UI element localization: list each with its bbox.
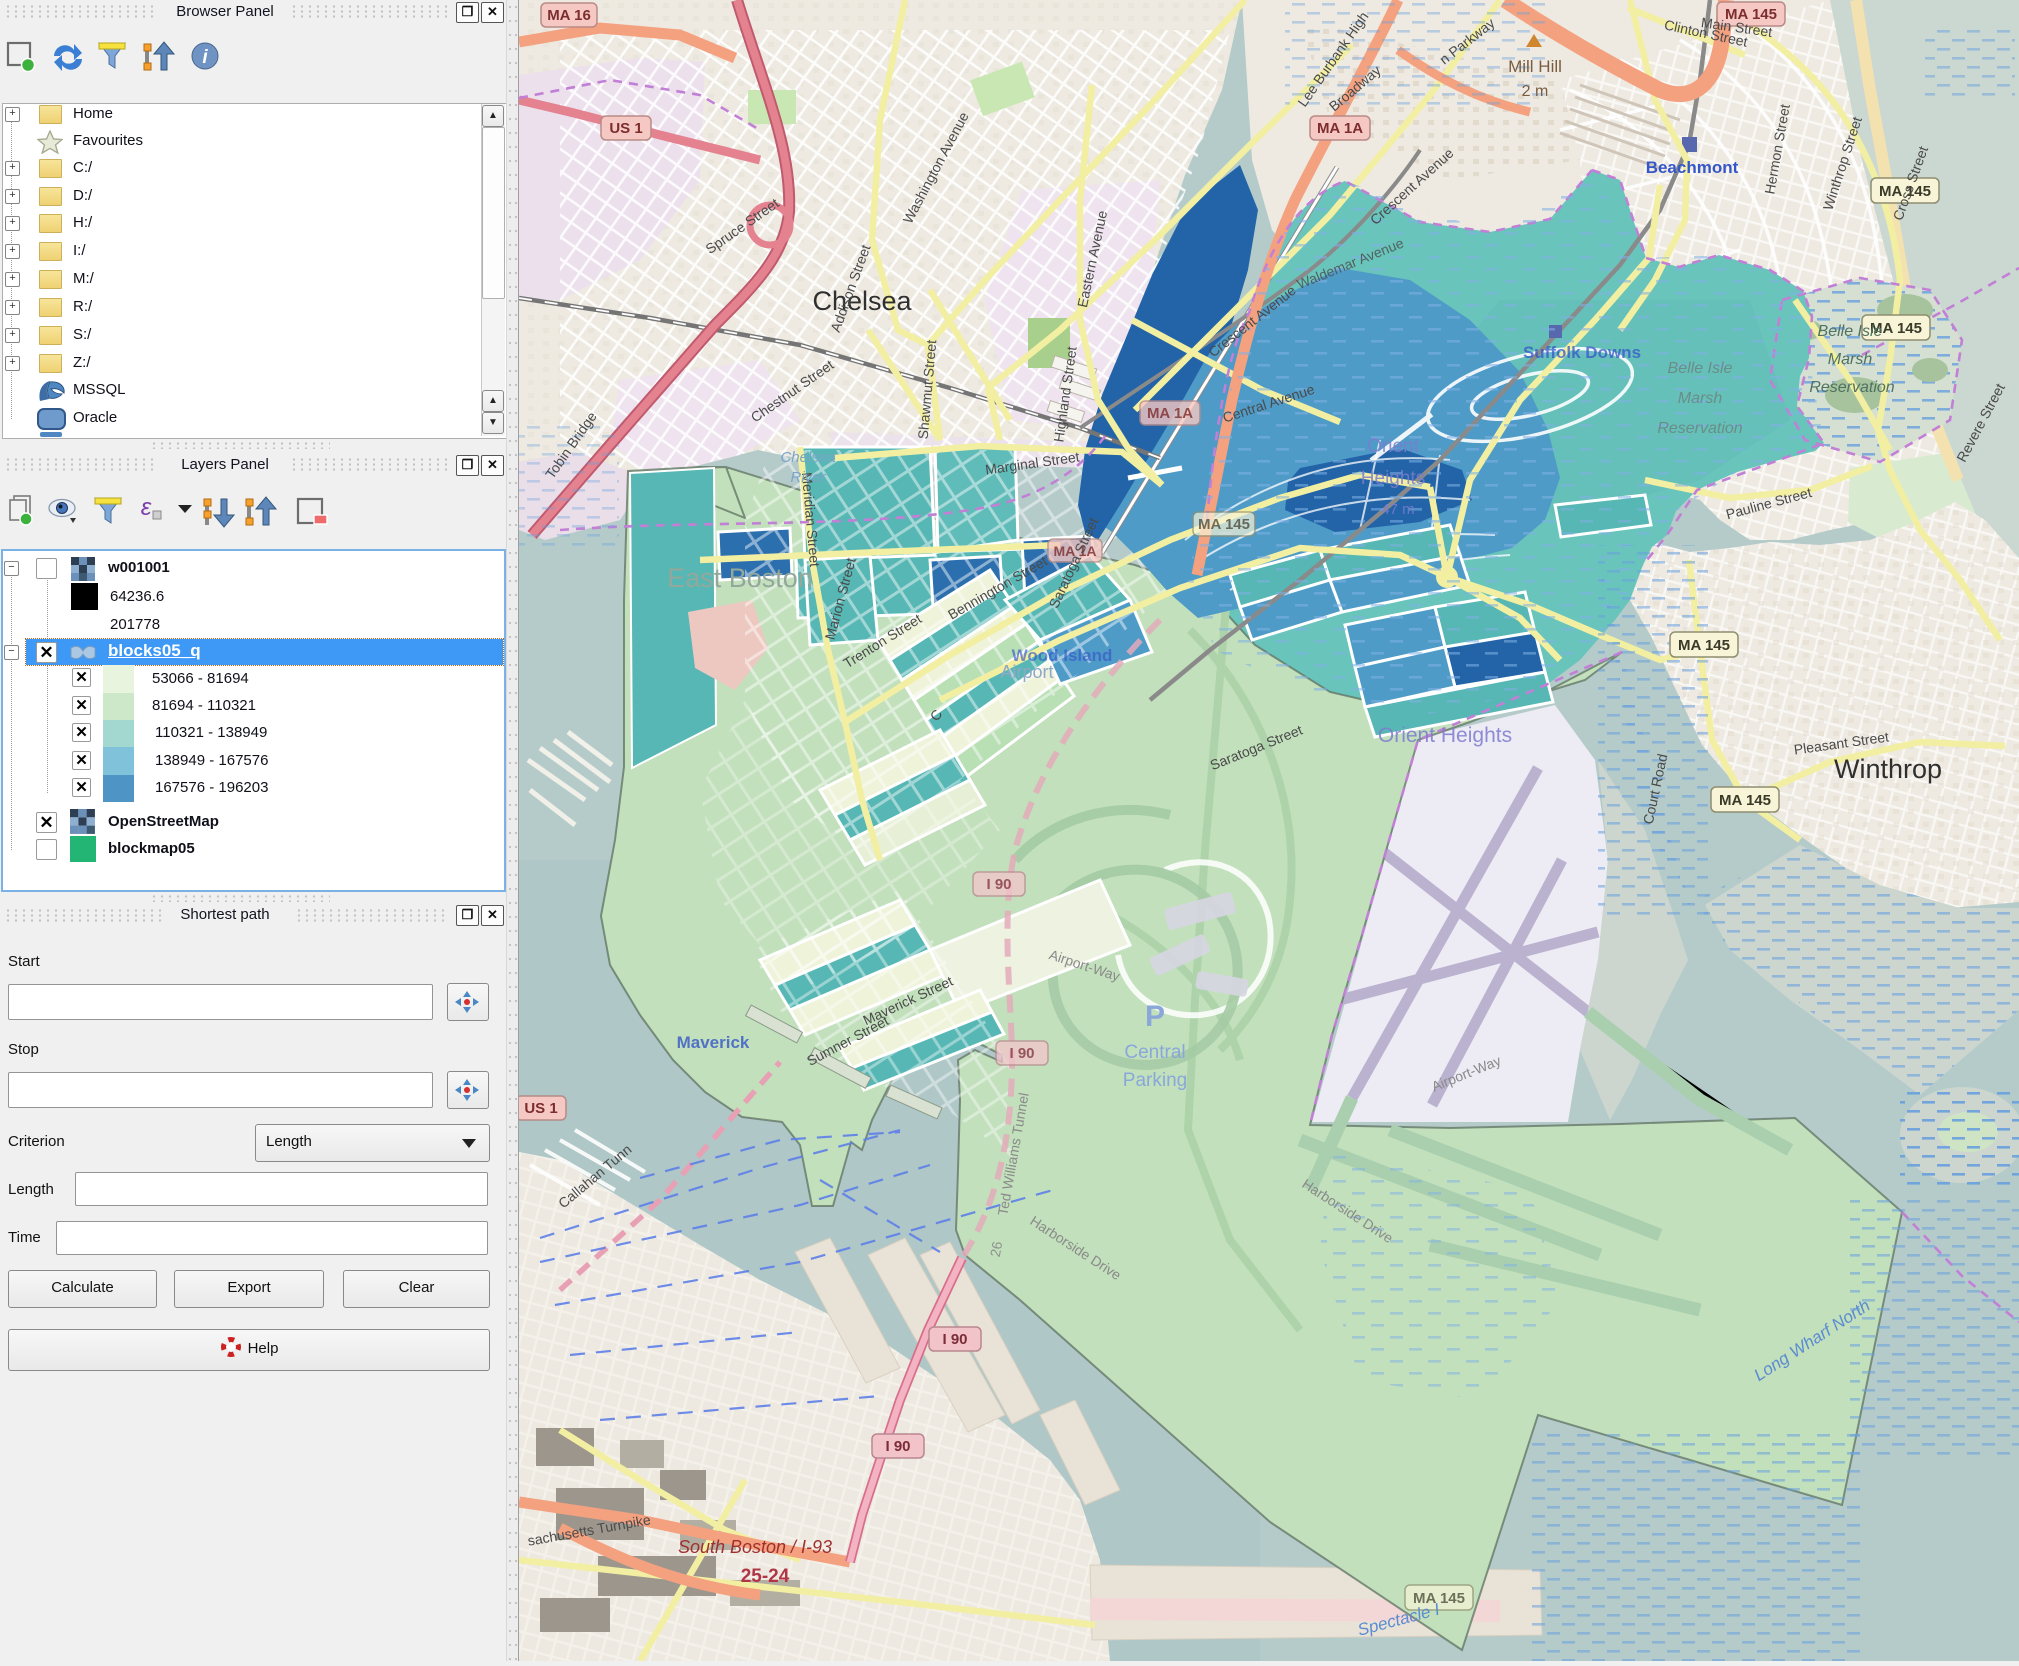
svg-text:Reservation: Reservation: [1657, 420, 1742, 437]
svg-text:Mill Hill: Mill Hill: [1508, 57, 1562, 76]
svg-text:Orient Heights: Orient Heights: [1378, 724, 1512, 747]
svg-text:I 90: I 90: [885, 1438, 910, 1455]
svg-text:I 90: I 90: [986, 876, 1011, 893]
svg-text:River: River: [790, 469, 826, 486]
svg-text:P: P: [1145, 1000, 1165, 1033]
svg-text:Beachmont: Beachmont: [1646, 158, 1739, 177]
svg-text:Marsh: Marsh: [1828, 351, 1873, 368]
svg-text:Orient: Orient: [1367, 436, 1419, 457]
svg-text:MA 1A: MA 1A: [1147, 405, 1193, 422]
svg-text:2 m: 2 m: [1522, 83, 1549, 100]
svg-text:I 90: I 90: [942, 1331, 967, 1348]
svg-text:Central: Central: [1124, 1042, 1185, 1063]
svg-text:Marsh: Marsh: [1678, 390, 1723, 407]
svg-text:MA 145: MA 145: [1678, 637, 1730, 654]
svg-text:Chelsea: Chelsea: [780, 449, 835, 466]
svg-text:26: 26: [987, 1240, 1005, 1258]
svg-text:MA 145: MA 145: [1198, 516, 1250, 533]
svg-text:Heights: Heights: [1361, 468, 1425, 489]
svg-text:Winthrop: Winthrop: [1834, 754, 1942, 784]
svg-text:Belle Isle: Belle Isle: [1668, 360, 1733, 377]
svg-text:ε: ε: [141, 494, 152, 521]
svg-text:US 1: US 1: [609, 120, 642, 137]
svg-text:MA 145: MA 145: [1719, 792, 1771, 809]
svg-text:Airport: Airport: [1000, 662, 1053, 682]
svg-text:Maverick: Maverick: [677, 1033, 750, 1052]
svg-text:Belle Isle: Belle Isle: [1818, 323, 1883, 340]
svg-text:i: i: [202, 47, 208, 68]
svg-text:I 90: I 90: [1009, 1045, 1034, 1062]
svg-text:East Boston: East Boston: [667, 563, 813, 593]
svg-text:US 1: US 1: [524, 1100, 557, 1117]
svg-text:Parking: Parking: [1123, 1070, 1187, 1091]
svg-text:MA 16: MA 16: [547, 7, 591, 24]
svg-text:MA 1A: MA 1A: [1317, 120, 1363, 137]
svg-text:South Boston / I-93: South Boston / I-93: [678, 1537, 832, 1557]
svg-text:Chelsea: Chelsea: [812, 286, 912, 316]
svg-text:Suffolk Downs: Suffolk Downs: [1523, 343, 1641, 362]
svg-text:Reservation: Reservation: [1809, 379, 1894, 396]
svg-text:47 m: 47 m: [1381, 501, 1414, 518]
svg-text:25-24: 25-24: [741, 1566, 790, 1587]
